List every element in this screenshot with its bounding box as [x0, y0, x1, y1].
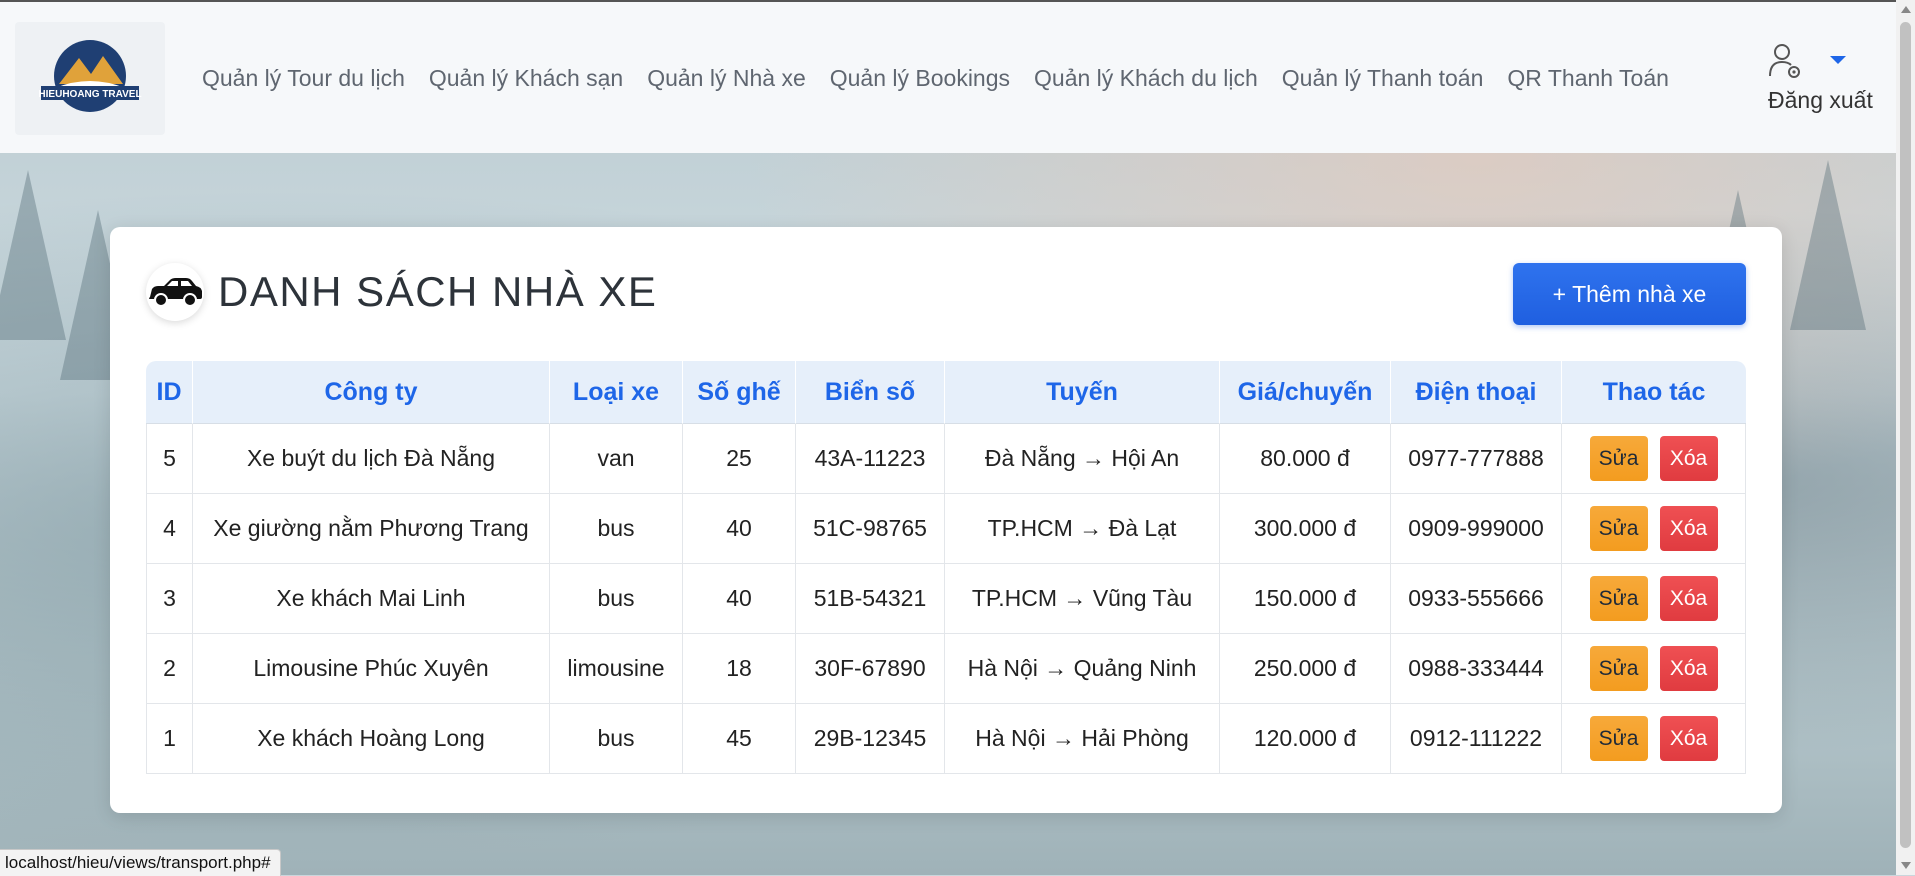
cell-price: 150.000 đ — [1220, 564, 1391, 634]
cell-id: 3 — [146, 564, 193, 634]
nav-bookings[interactable]: Quản lý Bookings — [830, 65, 1010, 92]
col-company: Công ty — [193, 361, 550, 424]
edit-button[interactable]: Sửa — [1589, 576, 1648, 621]
scroll-up-icon[interactable] — [1901, 6, 1911, 13]
cell-company: Limousine Phúc Xuyên — [193, 634, 550, 704]
page-title: DANH SÁCH NHÀ XE — [218, 268, 658, 315]
cell-actions: Sửa Xóa — [1562, 704, 1746, 774]
cell-actions: Sửa Xóa — [1562, 564, 1746, 634]
cell-id: 1 — [146, 704, 193, 774]
cell-plate: 30F-67890 — [796, 634, 945, 704]
cell-id: 2 — [146, 634, 193, 704]
main-nav: Quản lý Tour du lịch Quản lý Khách sạn Q… — [202, 65, 1693, 92]
cell-route: TP.HCM → Đà Lạt — [945, 494, 1220, 564]
edit-button[interactable]: Sửa — [1589, 646, 1648, 691]
cell-price: 80.000 đ — [1220, 424, 1391, 494]
cell-seats: 45 — [683, 704, 796, 774]
top-navbar: HIEUHOANG TRAVEL Quản lý Tour du lịch Qu… — [0, 0, 1896, 153]
nav-hotel[interactable]: Quản lý Khách sạn — [429, 65, 623, 92]
cell-seats: 40 — [683, 494, 796, 564]
cell-type: bus — [550, 494, 683, 564]
chevron-down-icon[interactable] — [1830, 56, 1846, 64]
cell-company: Xe khách Mai Linh — [193, 564, 550, 634]
nav-tour[interactable]: Quản lý Tour du lịch — [202, 65, 405, 92]
table-row: 1 Xe khách Hoàng Long bus 45 29B-12345 H… — [146, 704, 1746, 774]
user-settings-icon — [1769, 44, 1800, 78]
cell-actions: Sửa Xóa — [1562, 424, 1746, 494]
logo-emblem-icon: HIEUHOANG TRAVEL — [38, 39, 142, 112]
col-price: Giá/chuyến — [1220, 361, 1391, 424]
cell-phone: 0977-777888 — [1391, 424, 1562, 494]
edit-button[interactable]: Sửa — [1589, 716, 1648, 761]
edit-button[interactable]: Sửa — [1589, 506, 1648, 551]
delete-button[interactable]: Xóa — [1659, 436, 1718, 481]
brand-logo[interactable]: HIEUHOANG TRAVEL — [15, 22, 165, 135]
cell-price: 300.000 đ — [1220, 494, 1391, 564]
car-icon — [146, 263, 204, 321]
user-menu[interactable]: Đăng xuất — [1768, 42, 1888, 122]
col-type: Loại xe — [550, 361, 683, 424]
table-row: 3 Xe khách Mai Linh bus 40 51B-54321 TP.… — [146, 564, 1746, 634]
cell-phone: 0988-333444 — [1391, 634, 1562, 704]
scrollbar-thumb[interactable] — [1900, 22, 1911, 848]
cell-type: bus — [550, 704, 683, 774]
nav-payments[interactable]: Quản lý Thanh toán — [1282, 65, 1484, 92]
cell-route: Hà Nội → Quảng Ninh — [945, 634, 1220, 704]
cell-type: van — [550, 424, 683, 494]
scroll-down-icon[interactable] — [1901, 862, 1911, 869]
cell-plate: 43A-11223 — [796, 424, 945, 494]
col-plate: Biển số — [796, 361, 945, 424]
card-header: DANH SÁCH NHÀ XE — [146, 263, 657, 321]
delete-button[interactable]: Xóa — [1659, 506, 1718, 551]
cell-company: Xe buýt du lịch Đà Nẵng — [193, 424, 550, 494]
cell-seats: 18 — [683, 634, 796, 704]
cell-plate: 29B-12345 — [796, 704, 945, 774]
table-row: 2 Limousine Phúc Xuyên limousine 18 30F-… — [146, 634, 1746, 704]
transport-table: ID Công ty Loại xe Số ghế Biển số Tuyến … — [146, 361, 1746, 774]
cell-plate: 51B-54321 — [796, 564, 945, 634]
cell-price: 250.000 đ — [1220, 634, 1391, 704]
delete-button[interactable]: Xóa — [1659, 576, 1718, 621]
transport-list-card: DANH SÁCH NHÀ XE + Thêm nhà xe ID Công t… — [110, 227, 1782, 813]
table-header-row: ID Công ty Loại xe Số ghế Biển số Tuyến … — [146, 361, 1746, 424]
cell-company: Xe giường nằm Phương Trang — [193, 494, 550, 564]
nav-transport[interactable]: Quản lý Nhà xe — [647, 65, 806, 92]
nav-customers[interactable]: Quản lý Khách du lịch — [1034, 65, 1258, 92]
col-phone: Điện thoại — [1391, 361, 1562, 424]
nav-qr-payment[interactable]: QR Thanh Toán — [1507, 65, 1669, 92]
cell-phone: 0909-999000 — [1391, 494, 1562, 564]
svg-text:HIEUHOANG TRAVEL: HIEUHOANG TRAVEL — [38, 89, 141, 100]
delete-button[interactable]: Xóa — [1659, 646, 1718, 691]
cell-plate: 51C-98765 — [796, 494, 945, 564]
col-seats: Số ghế — [683, 361, 796, 424]
page-scrollbar[interactable] — [1896, 0, 1915, 875]
cell-phone: 0933-555666 — [1391, 564, 1562, 634]
cell-route: Hà Nội → Hải Phòng — [945, 704, 1220, 774]
col-route: Tuyến — [945, 361, 1220, 424]
cell-actions: Sửa Xóa — [1562, 494, 1746, 564]
cell-type: bus — [550, 564, 683, 634]
cell-seats: 25 — [683, 424, 796, 494]
cell-id: 5 — [146, 424, 193, 494]
col-actions: Thao tác — [1562, 361, 1746, 424]
status-bar-url: localhost/hieu/views/transport.php# — [0, 849, 281, 876]
col-id: ID — [146, 361, 193, 424]
cell-actions: Sửa Xóa — [1562, 634, 1746, 704]
edit-button[interactable]: Sửa — [1589, 436, 1648, 481]
cell-seats: 40 — [683, 564, 796, 634]
add-transport-button[interactable]: + Thêm nhà xe — [1513, 263, 1746, 325]
cell-type: limousine — [550, 634, 683, 704]
table-row: 4 Xe giường nằm Phương Trang bus 40 51C-… — [146, 494, 1746, 564]
logout-link[interactable]: Đăng xuất — [1768, 87, 1873, 114]
cell-route: TP.HCM → Vũng Tàu — [945, 564, 1220, 634]
cell-company: Xe khách Hoàng Long — [193, 704, 550, 774]
delete-button[interactable]: Xóa — [1659, 716, 1718, 761]
cell-phone: 0912-111222 — [1391, 704, 1562, 774]
cell-price: 120.000 đ — [1220, 704, 1391, 774]
cell-id: 4 — [146, 494, 193, 564]
table-row: 5 Xe buýt du lịch Đà Nẵng van 25 43A-112… — [146, 424, 1746, 494]
cell-route: Đà Nẵng → Hội An — [945, 424, 1220, 494]
